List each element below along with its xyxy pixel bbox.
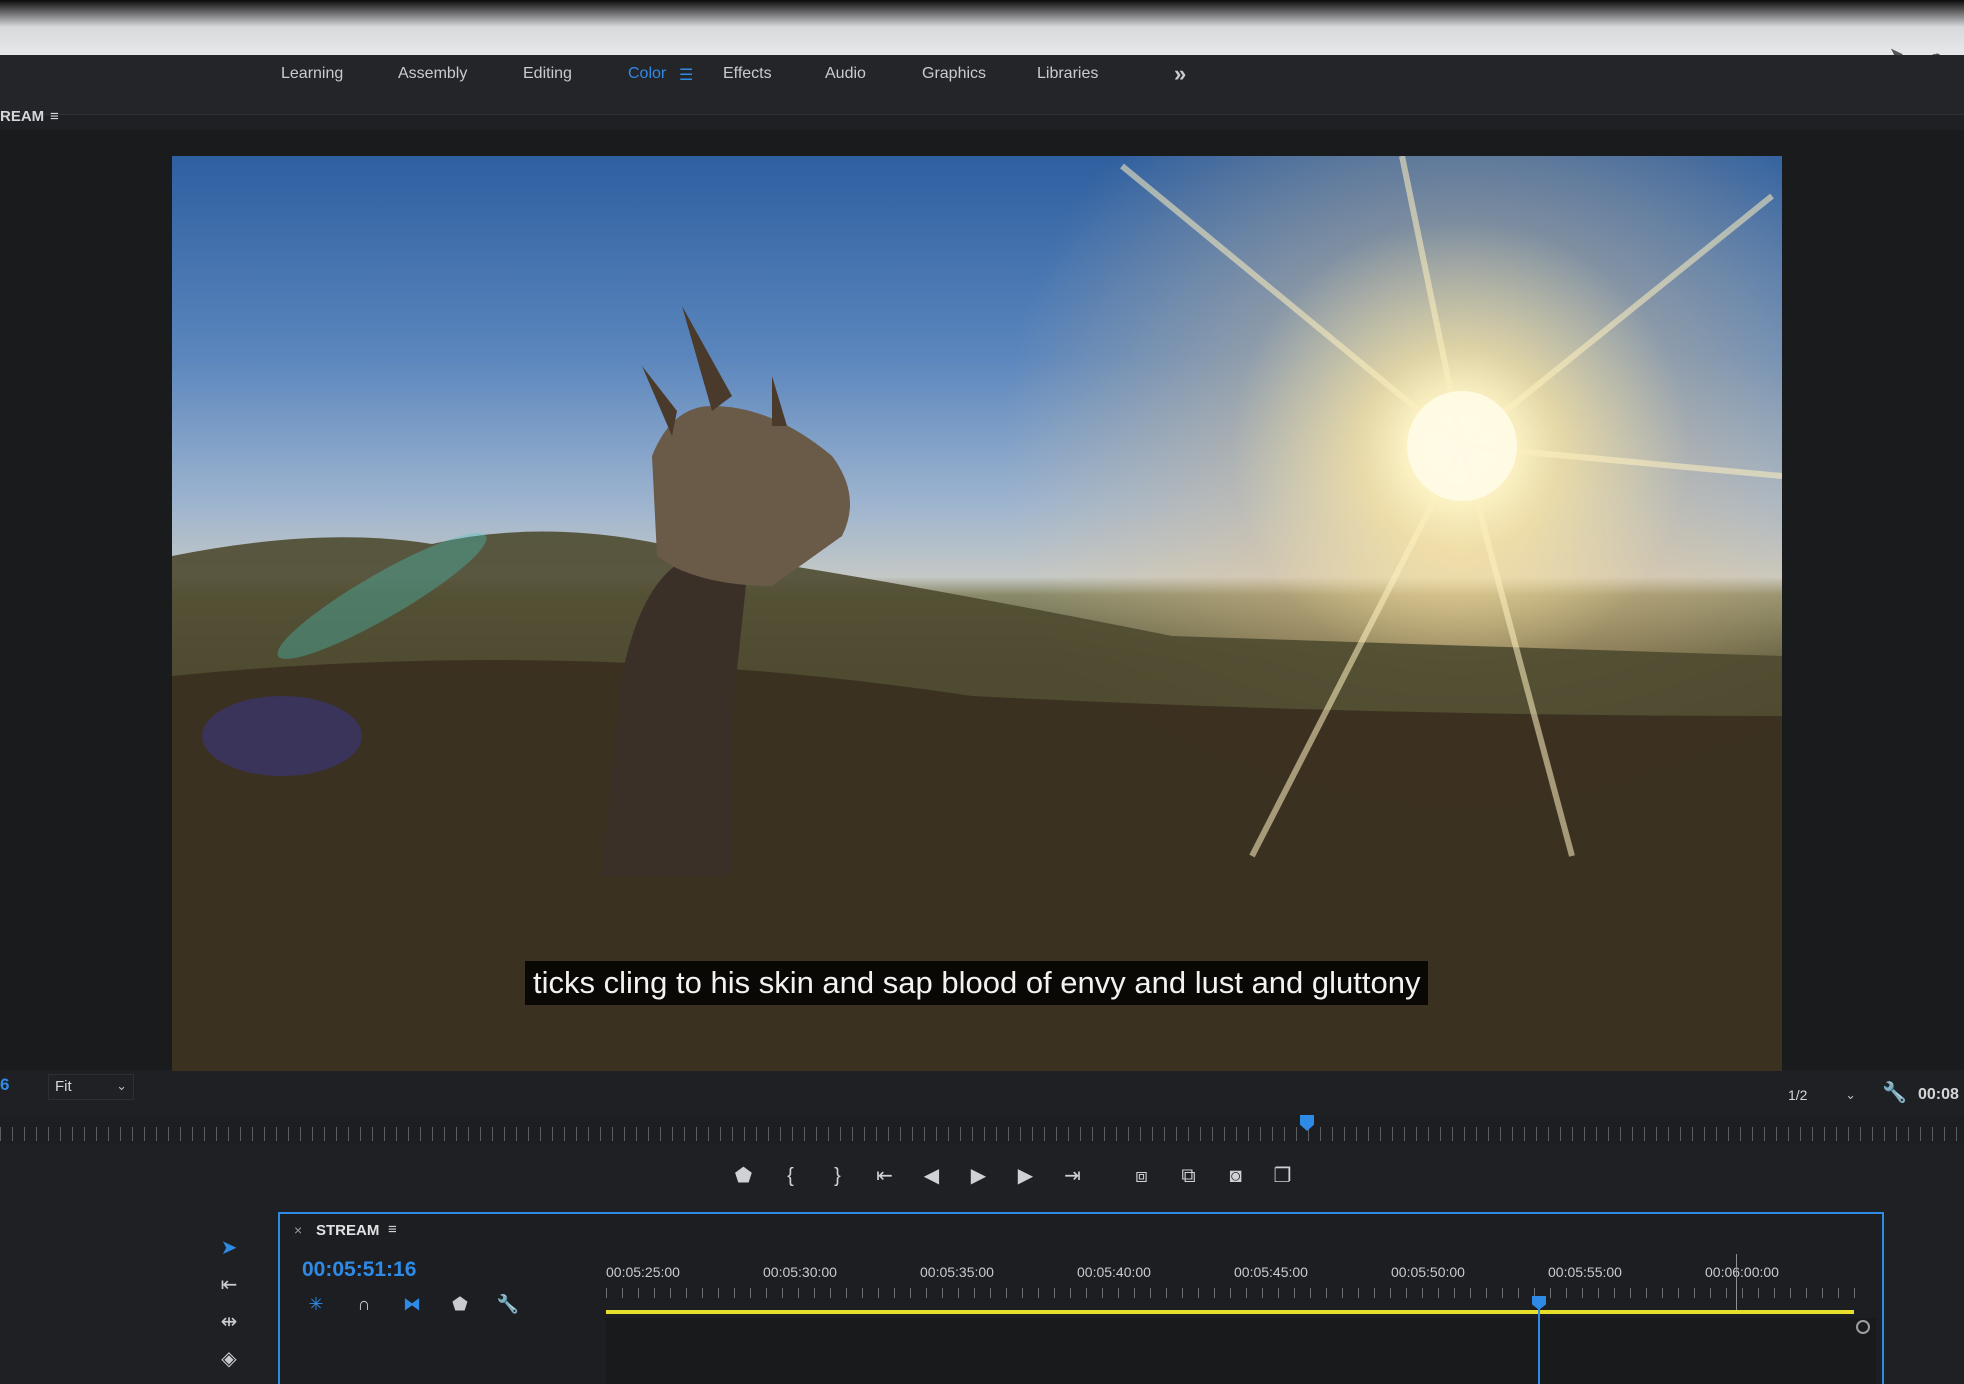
timeline-panel: × STREAM ≡ 00:05:51:16 ✳ ∩ ⧓ ⬟ 🔧 00:05:2… — [278, 1212, 1884, 1384]
ruler-label: 00:05:55:00 — [1548, 1264, 1622, 1280]
play-icon[interactable]: ▶ — [955, 1160, 1002, 1192]
fit-dropdown-value: Fit — [55, 1078, 72, 1095]
ripple-edit-tool-icon[interactable]: ⇹ — [206, 1304, 252, 1341]
caption-text: ticks cling to his skin and sap blood of… — [525, 961, 1429, 1005]
resolution-dropdown-value: 1/2 — [1788, 1087, 1808, 1103]
work-area-bar[interactable] — [606, 1310, 1854, 1314]
moorland — [172, 660, 1782, 1071]
step-back-icon[interactable]: ◀︎ — [908, 1160, 955, 1192]
sun — [1407, 391, 1517, 501]
ruler-ticks — [0, 1127, 1964, 1141]
transport-controls: ⬟ { } ⇤ ◀︎ ▶ ▶︎ ⇥ ⧈ ⧉ ◙ ❐ — [720, 1160, 1306, 1192]
go-to-out-icon[interactable]: ⇥ — [1049, 1160, 1096, 1192]
add-marker-icon[interactable]: ⬟ — [720, 1160, 767, 1192]
ruler-label: 00:05:25:00 — [606, 1264, 680, 1280]
ruler-label: 00:05:40:00 — [1077, 1264, 1151, 1280]
add-marker-icon[interactable]: ⬟ — [446, 1294, 474, 1315]
timeline-playhead[interactable] — [1532, 1296, 1546, 1310]
overwrite-icon[interactable]: ⧉ — [1165, 1160, 1212, 1192]
ruler-ticks — [606, 1288, 1856, 1298]
nest-icon[interactable]: ✳ — [302, 1294, 330, 1315]
tools-panel: ➤ ⇤ ⇹ ◈ — [206, 1230, 252, 1384]
program-monitor: ticks cling to his skin and sap blood of… — [0, 130, 1964, 1071]
video-frame[interactable]: ticks cling to his skin and sap blood of… — [172, 156, 1782, 1071]
sequence-end-marker — [1736, 1254, 1737, 1310]
video-scene — [172, 156, 1782, 1071]
ruler-label: 00:05:30:00 — [763, 1264, 837, 1280]
lens-flare-blue — [202, 696, 362, 776]
wrench-icon[interactable]: 🔧 — [494, 1294, 522, 1315]
zoom-value: 6 — [0, 1075, 10, 1094]
ruler-label: 00:06:00:00 — [1705, 1264, 1779, 1280]
program-ruler[interactable] — [0, 1115, 1964, 1145]
tab-editing[interactable]: Editing — [523, 65, 572, 83]
tab-learning[interactable]: Learning — [281, 65, 343, 83]
step-forward-icon[interactable]: ▶︎ — [1002, 1160, 1049, 1192]
mark-out-icon[interactable]: } — [814, 1160, 861, 1192]
mark-in-icon[interactable]: { — [767, 1160, 814, 1192]
tab-graphics[interactable]: Graphics — [922, 65, 986, 83]
program-panel-menu-icon[interactable]: ≡ — [50, 108, 59, 125]
timeline-menu-icon[interactable]: ≡ — [388, 1221, 397, 1238]
tab-libraries[interactable]: Libraries — [1037, 65, 1098, 83]
ruler-label: 00:05:50:00 — [1391, 1264, 1465, 1280]
tab-audio[interactable]: Audio — [825, 65, 866, 83]
go-to-in-icon[interactable]: ⇤ — [861, 1160, 908, 1192]
workspace-menu-icon[interactable]: ☰ — [679, 65, 693, 85]
sequence-tab[interactable]: STREAM — [316, 1222, 379, 1239]
wrench-icon[interactable]: 🔧 — [1882, 1080, 1907, 1105]
snap-magnet-icon[interactable]: ∩ — [350, 1294, 378, 1315]
playhead-timecode[interactable]: 00:05:51:16 — [302, 1258, 416, 1282]
app-titlebar: ➤ ☁ — [0, 0, 1964, 64]
ruler-label: 00:05:35:00 — [920, 1264, 994, 1280]
workspace-bar: Learning Assembly Editing Color ☰ Effect… — [0, 55, 1964, 115]
track-area[interactable] — [606, 1318, 1876, 1384]
track-select-tool-icon[interactable]: ⇤ — [206, 1267, 252, 1304]
insert-icon[interactable]: ⧈ — [1118, 1160, 1165, 1192]
chevron-down-icon: ⌄ — [116, 1078, 127, 1093]
zoom-scroll-handle[interactable] — [1856, 1320, 1870, 1334]
premiere-window: ➤ ☁ Learning Assembly Editing Color ☰ Ef… — [0, 0, 1964, 1384]
selection-tool-icon[interactable]: ➤ — [206, 1230, 252, 1267]
duration-timecode: 00:08 — [1918, 1086, 1959, 1103]
resolution-dropdown[interactable]: 1/2 ⌄ — [1782, 1084, 1862, 1108]
linked-selection-icon[interactable]: ⧓ — [398, 1294, 426, 1315]
close-icon[interactable]: × — [294, 1222, 302, 1238]
chevron-down-icon: ⌄ — [1845, 1087, 1856, 1102]
double-chevron-right-icon[interactable]: » — [1174, 61, 1186, 87]
ruler-label: 00:05:45:00 — [1234, 1264, 1308, 1280]
razor-tool-icon[interactable]: ◈ — [206, 1341, 252, 1378]
tab-effects[interactable]: Effects — [723, 65, 772, 83]
comparison-view-icon[interactable]: ❐ — [1259, 1160, 1306, 1192]
fit-dropdown[interactable]: Fit ⌄ — [48, 1074, 134, 1100]
tab-color[interactable]: Color — [628, 65, 666, 83]
timeline-toolbar: ✳ ∩ ⧓ ⬟ 🔧 — [302, 1294, 522, 1315]
camera-icon[interactable]: ◙ — [1212, 1160, 1259, 1192]
timeline-ruler[interactable]: 00:05:25:00 00:05:30:00 00:05:35:00 00:0… — [606, 1264, 1856, 1304]
program-panel-title[interactable]: REAM — [0, 108, 44, 125]
tab-assembly[interactable]: Assembly — [398, 65, 467, 83]
